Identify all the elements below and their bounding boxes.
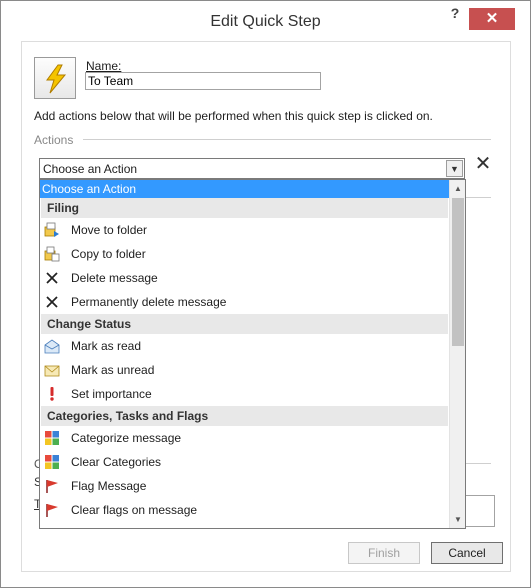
lightning-icon — [46, 64, 67, 94]
list-item-categorize-message[interactable]: Categorize message — [40, 426, 449, 450]
chevron-down-icon[interactable]: ▼ — [446, 160, 463, 177]
list-item-label: Permanently delete message — [71, 295, 227, 309]
list-item-mark-as-unread[interactable]: Mark as unread — [40, 358, 449, 382]
group-header-label: Filing — [47, 201, 79, 215]
categorize-icon — [45, 455, 59, 469]
group-header-label: Categories, Tasks and Flags — [47, 409, 209, 423]
list-item-flag-message[interactable]: Flag Message — [40, 474, 449, 498]
list-item-label: Move to folder — [71, 223, 148, 237]
dropdown-items: Choose an Action Filing Move to folder C… — [40, 180, 449, 528]
divider — [463, 463, 491, 464]
flag-icon — [46, 504, 58, 517]
dropdown-selected-item[interactable]: Choose an Action — [40, 180, 449, 198]
list-item-label: Copy to folder — [71, 247, 146, 261]
name-input[interactable] — [85, 72, 321, 90]
delete-icon — [46, 296, 58, 308]
actions-divider — [83, 139, 491, 140]
action-dropdown-list[interactable]: Choose an Action Filing Move to folder C… — [39, 179, 466, 529]
help-button[interactable]: ? — [441, 5, 469, 25]
finish-button[interactable]: Finish — [348, 542, 420, 564]
combo-value: Choose an Action — [43, 162, 138, 176]
edit-quick-step-dialog: Edit Quick Step ? ✕ Name: Add actions be… — [0, 0, 531, 588]
partial-input-box[interactable] — [463, 495, 495, 527]
list-item-label: Categorize message — [71, 431, 182, 445]
list-item-clear-flags-on-message[interactable]: Clear flags on message — [40, 498, 449, 522]
list-item-label: Clear Categories — [71, 455, 162, 469]
list-item-clear-categories[interactable]: Clear Categories — [40, 450, 449, 474]
actions-section-label: Actions — [34, 133, 74, 147]
list-item-label: Clear flags on message — [71, 503, 198, 517]
name-label: Name: — [86, 59, 122, 73]
mark-unread-icon — [44, 365, 60, 377]
list-item-label: Mark as read — [71, 339, 142, 353]
group-header-label: Change Status — [47, 317, 132, 331]
flag-icon — [46, 480, 58, 493]
copy-to-folder-icon — [44, 246, 60, 262]
list-item-move-to-folder[interactable]: Move to folder — [40, 218, 449, 242]
divider — [463, 197, 491, 198]
list-item-label: Choose an Action — [42, 182, 137, 196]
list-item-label: Mark as unread — [71, 363, 155, 377]
importance-icon — [50, 387, 54, 401]
choose-action-combobox[interactable]: Choose an Action ▼ — [39, 158, 465, 179]
group-header-filing: Filing — [41, 198, 448, 218]
group-header-change-status: Change Status — [41, 314, 448, 334]
scrollbar-thumb[interactable] — [452, 198, 464, 346]
close-button[interactable]: ✕ — [469, 8, 515, 30]
move-to-folder-icon — [44, 222, 59, 237]
quick-step-icon-button[interactable] — [34, 57, 76, 99]
scroll-down-icon[interactable]: ▼ — [450, 511, 465, 528]
remove-action-icon[interactable]: ✕ — [474, 153, 492, 175]
cancel-button[interactable]: Cancel — [431, 542, 503, 564]
mark-read-icon — [44, 339, 60, 354]
dropdown-scrollbar[interactable]: ▲ ▼ — [449, 180, 465, 528]
list-item-delete-message[interactable]: Delete message — [40, 266, 449, 290]
instructions-text: Add actions below that will be performed… — [34, 109, 433, 123]
list-item-copy-to-folder[interactable]: Copy to folder — [40, 242, 449, 266]
categorize-icon — [45, 431, 59, 445]
list-item-label: Flag Message — [71, 479, 147, 493]
list-item-label: Set importance — [71, 387, 152, 401]
list-item-mark-as-read[interactable]: Mark as read — [40, 334, 449, 358]
scroll-up-icon[interactable]: ▲ — [450, 180, 465, 197]
list-item-set-importance[interactable]: Set importance — [40, 382, 449, 406]
delete-icon — [46, 272, 58, 284]
list-item-permanently-delete-message[interactable]: Permanently delete message — [40, 290, 449, 314]
title-bar: Edit Quick Step ? ✕ — [1, 1, 530, 41]
group-header-categories-tasks-flags: Categories, Tasks and Flags — [41, 406, 448, 426]
list-item-label: Delete message — [71, 271, 158, 285]
